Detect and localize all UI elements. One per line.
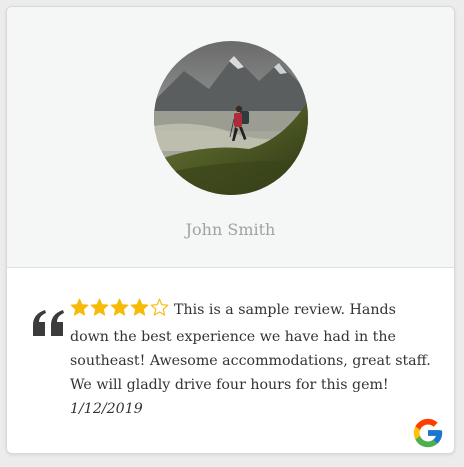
star-filled-icon xyxy=(130,298,149,317)
review-card: John Smith This is a sample review. Hand… xyxy=(6,6,455,454)
reviewer-avatar xyxy=(154,41,308,195)
google-g-icon xyxy=(411,416,445,450)
review-date: 1/12/2019 xyxy=(70,401,143,417)
avatar-photo xyxy=(154,41,308,195)
quote-icon xyxy=(31,294,67,344)
star-empty-icon xyxy=(150,298,169,317)
review-body: This is a sample review. Hands down the … xyxy=(70,298,438,421)
reviewer-name: John Smith xyxy=(185,220,276,239)
reviewer-header: John Smith xyxy=(7,7,454,268)
star-filled-icon xyxy=(70,298,89,317)
star-filled-icon xyxy=(110,298,129,317)
star-filled-icon xyxy=(90,298,109,317)
star-rating xyxy=(70,298,170,325)
review-content: This is a sample review. Hands down the … xyxy=(7,268,454,453)
